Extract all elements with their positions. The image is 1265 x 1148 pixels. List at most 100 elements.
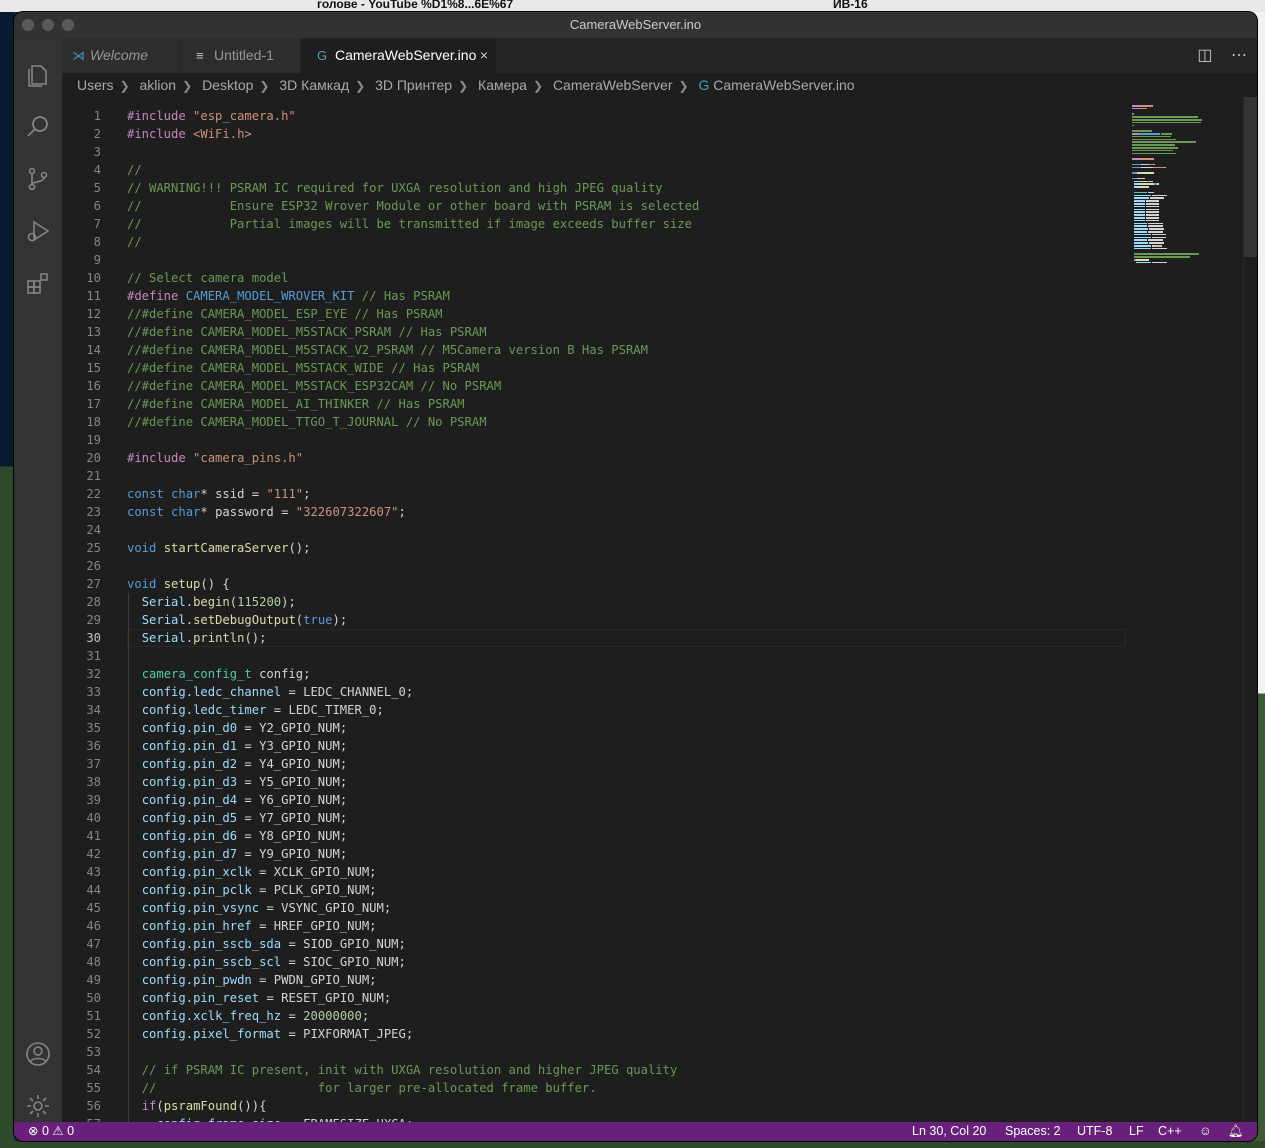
minimap-line (1141, 177, 1145, 180)
code-line[interactable]: 2 #include <WiFi.h> (62, 125, 1137, 143)
code-line[interactable]: 57 config.frame_size = FRAMESIZE_UXGA; (62, 1115, 1137, 1122)
code-line[interactable]: 21 (62, 467, 1137, 485)
breadcrumb-item[interactable]: 3D Камкад (279, 77, 349, 93)
code-line[interactable]: 15 //#define CAMERA_MODEL_M5STACK_WIDE //… (62, 359, 1137, 377)
code-line[interactable]: 9 (62, 251, 1137, 269)
code-line[interactable]: 50 config.pin_reset = RESET_GPIO_NUM; (62, 989, 1137, 1007)
end-of-line[interactable]: LF (1129, 1122, 1144, 1141)
code-line[interactable]: 27 void setup() { (62, 575, 1137, 593)
code-line[interactable]: 13 //#define CAMERA_MODEL_M5STACK_PSRAM /… (62, 323, 1137, 341)
breadcrumb-item[interactable]: Камера (478, 77, 527, 93)
code-line[interactable]: 4 // (62, 161, 1137, 179)
code-line[interactable]: 51 config.xclk_freq_hz = 20000000; (62, 1007, 1137, 1025)
line-number: 24 (86, 523, 101, 537)
tab-welcome[interactable]: ⋊ Welcome (62, 38, 180, 73)
code-line[interactable]: 33 config.ledc_channel = LEDC_CHANNEL_0; (62, 683, 1137, 701)
code-line[interactable]: 48 config.pin_sscb_scl = SIOC_GPIO_NUM; (62, 953, 1137, 971)
code-line[interactable]: 16 //#define CAMERA_MODEL_M5STACK_ESP32CA… (62, 377, 1137, 395)
code-line[interactable]: 20 #include "camera_pins.h" (62, 449, 1137, 467)
code-token: ( (229, 595, 238, 609)
close-window-button[interactable] (22, 19, 34, 31)
tab-untitled-1[interactable]: ≡ Untitled-1 (180, 38, 301, 73)
zoom-window-button[interactable] (62, 19, 74, 31)
feedback-icon[interactable]: ☺ (1199, 1122, 1212, 1141)
code-line[interactable]: 45 config.pin_vsync = VSYNC_GPIO_NUM; (62, 899, 1137, 917)
code-line[interactable]: 25 void startCameraServer(); (62, 539, 1137, 557)
tab-camerawebserver[interactable]: G CameraWebServer.ino × (301, 38, 497, 73)
scrollbar-thumb[interactable] (1244, 97, 1257, 257)
code-line[interactable]: 43 config.pin_xclk = XCLK_GPIO_NUM; (62, 863, 1137, 881)
code-line[interactable]: 18 //#define CAMERA_MODEL_TTGO_T_JOURNAL … (62, 413, 1137, 431)
code-line[interactable]: 44 config.pin_pclk = PCLK_GPIO_NUM; (62, 881, 1137, 899)
code-line[interactable]: 5 // WARNING!!! PSRAM IC required for UXG… (62, 179, 1137, 197)
more-actions-icon[interactable]: ⋯ (1231, 47, 1247, 64)
code-line[interactable]: 12 //#define CAMERA_MODEL_ESP_EYE // Has … (62, 305, 1137, 323)
search-icon[interactable] (24, 113, 52, 141)
code-line[interactable]: 47 config.pin_sscb_sda = SIOD_GPIO_NUM; (62, 935, 1137, 953)
code-line[interactable]: 41 config.pin_d6 = Y8_GPIO_NUM; (62, 827, 1137, 845)
code-line[interactable]: 28 Serial.begin(115200); (62, 593, 1137, 611)
code-editor[interactable]: 1 #include "esp_camera.h" 2 #include <WiFi.… (62, 97, 1137, 1122)
code-line[interactable]: 29 Serial.setDebugOutput(true); (62, 611, 1137, 629)
editor-scrollbar[interactable] (1243, 97, 1257, 1122)
code-line[interactable]: 39 config.pin_d4 = Y6_GPIO_NUM; (62, 791, 1137, 809)
minimap-line (1132, 152, 1177, 155)
code-line[interactable]: 35 config.pin_d0 = Y2_GPIO_NUM; (62, 719, 1137, 737)
code-line[interactable]: 23 const char* password = "322607322607"; (62, 503, 1137, 521)
minimap[interactable] (1132, 97, 1242, 337)
code-line[interactable]: 46 config.pin_href = HREF_GPIO_NUM; (62, 917, 1137, 935)
code-line[interactable]: 17 //#define CAMERA_MODEL_AI_THINKER // H… (62, 395, 1137, 413)
notifications-bell-icon[interactable]: 🔔︎ (1228, 1122, 1244, 1141)
breadcrumb-item[interactable]: 3D Принтер (375, 77, 452, 93)
code-line[interactable]: 3 (62, 143, 1137, 161)
code-line[interactable]: 53 (62, 1043, 1137, 1061)
code-line[interactable]: 10 // Select camera model (62, 269, 1137, 287)
code-line[interactable]: 49 config.pin_pwdn = PWDN_GPIO_NUM; (62, 971, 1137, 989)
code-line[interactable]: 52 config.pixel_format = PIXFORMAT_JPEG; (62, 1025, 1137, 1043)
code-line[interactable]: 54 // if PSRAM IC present, init with UXG… (62, 1061, 1137, 1079)
code-line[interactable]: 31 (62, 647, 1137, 665)
code-line[interactable]: 19 (62, 431, 1137, 449)
language-mode[interactable]: C++ (1158, 1122, 1182, 1141)
code-line[interactable]: 14 //#define CAMERA_MODEL_M5STACK_V2_PSRA… (62, 341, 1137, 359)
minimap-line (1132, 138, 1177, 141)
code-line[interactable]: 38 config.pin_d3 = Y5_GPIO_NUM; (62, 773, 1137, 791)
split-editor-icon[interactable]: ◫ (1197, 47, 1212, 64)
breadcrumb-item[interactable]: Desktop (202, 77, 253, 93)
extensions-icon[interactable] (24, 269, 52, 297)
close-tab-icon[interactable]: × (480, 38, 488, 73)
code-line[interactable]: 36 config.pin_d1 = Y3_GPIO_NUM; (62, 737, 1137, 755)
line-number: 47 (86, 937, 101, 951)
breadcrumb-item[interactable]: Users (77, 77, 114, 93)
code-line[interactable]: 7 // Partial images will be transmitted i… (62, 215, 1137, 233)
breadcrumb-item[interactable]: aklion (140, 77, 177, 93)
code-line[interactable]: 55 // for larger pre-allocated frame buf… (62, 1079, 1137, 1097)
code-line[interactable]: 32 camera_config_t config; (62, 665, 1137, 683)
code-line[interactable]: 42 config.pin_d7 = Y9_GPIO_NUM; (62, 845, 1137, 863)
account-icon[interactable] (24, 1040, 52, 1068)
code-line[interactable]: 30 Serial.println(); (62, 629, 1137, 647)
source-control-icon[interactable] (24, 165, 52, 193)
code-line[interactable]: 6 // Ensure ESP32 Wrover Module or other … (62, 197, 1137, 215)
code-line[interactable]: 8 // (62, 233, 1137, 251)
indentation[interactable]: Spaces: 2 (1005, 1122, 1061, 1141)
code-line[interactable]: 40 config.pin_d5 = Y7_GPIO_NUM; (62, 809, 1137, 827)
encoding[interactable]: UTF-8 (1077, 1122, 1112, 1141)
minimize-window-button[interactable] (42, 19, 54, 31)
files-icon[interactable] (24, 60, 52, 88)
problems-indicator[interactable]: ⊗ 0 ⚠ 0 (28, 1122, 74, 1141)
settings-gear-icon[interactable] (24, 1092, 52, 1120)
run-debug-icon[interactable] (24, 217, 52, 245)
breadcrumb-item-file[interactable]: CameraWebServer.ino (713, 77, 854, 93)
code-line[interactable]: 26 (62, 557, 1137, 575)
code-line[interactable]: 11 #define CAMERA_MODEL_WROVER_KIT // Has… (62, 287, 1137, 305)
breadcrumb-item[interactable]: CameraWebServer (553, 77, 673, 93)
code-line[interactable]: 56 if(psramFound()){ (62, 1097, 1137, 1115)
line-number: 45 (86, 901, 101, 915)
code-line[interactable]: 24 (62, 521, 1137, 539)
code-line[interactable]: 37 config.pin_d2 = Y4_GPIO_NUM; (62, 755, 1137, 773)
code-line[interactable]: 34 config.ledc_timer = LEDC_TIMER_0; (62, 701, 1137, 719)
cursor-position[interactable]: Ln 30, Col 20 (912, 1122, 986, 1141)
code-line[interactable]: 1 #include "esp_camera.h" (62, 107, 1137, 125)
code-line[interactable]: 22 const char* ssid = "111"; (62, 485, 1137, 503)
